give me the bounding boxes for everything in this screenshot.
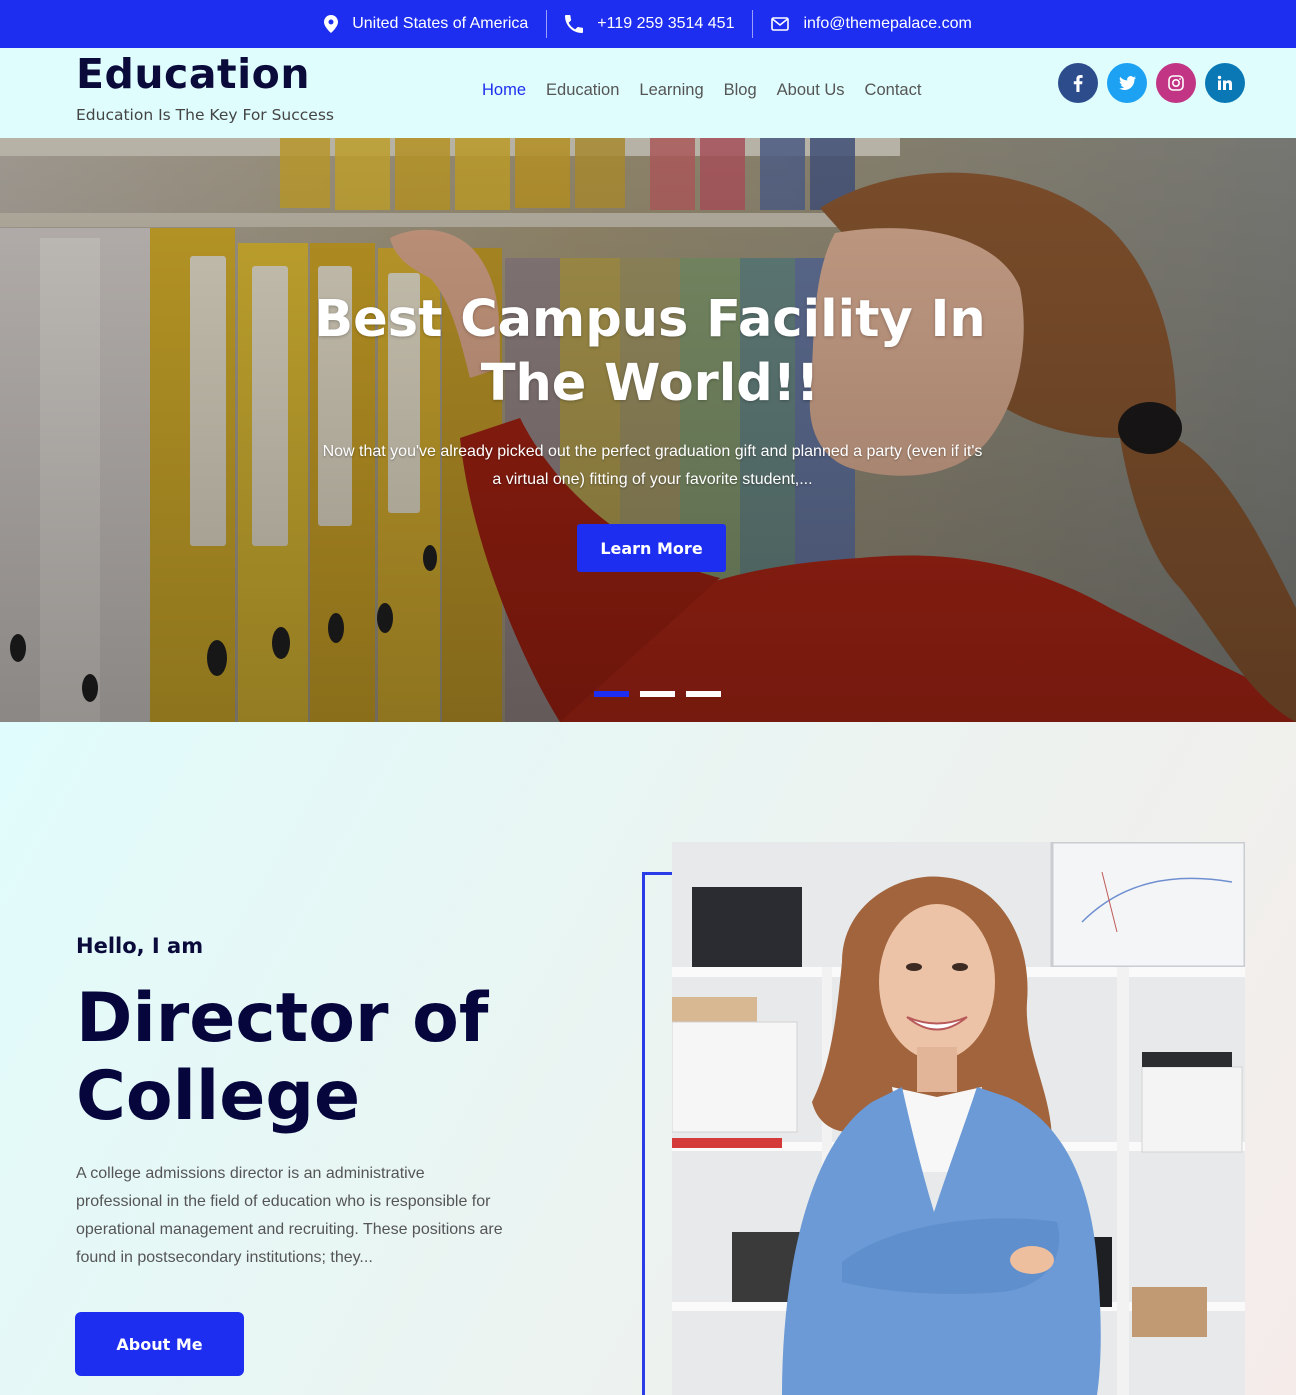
twitter-icon	[1118, 76, 1136, 90]
phone-icon	[565, 15, 584, 33]
hero-description: Now that you've already picked out the p…	[322, 443, 983, 488]
decorative-frame-line	[642, 872, 672, 1395]
hero-background-image	[0, 138, 1296, 722]
phone-item[interactable]: +119 259 3514 451	[546, 10, 752, 38]
slider-dot-1[interactable]	[594, 691, 629, 697]
slider-dot-3[interactable]	[686, 691, 721, 697]
envelope-icon	[771, 17, 790, 31]
nav-item-home[interactable]: Home	[482, 81, 526, 100]
about-title: Director of College	[76, 979, 489, 1136]
instagram-button[interactable]	[1156, 63, 1196, 103]
about-greeting: Hello, I am	[76, 934, 204, 958]
linkedin-button[interactable]	[1205, 63, 1245, 103]
nav-item-about-us[interactable]: About Us	[777, 81, 845, 100]
about-section: Hello, I am Director of College A colleg…	[0, 722, 1296, 1395]
location-item: United States of America	[306, 10, 546, 38]
learn-more-button[interactable]: Learn More	[577, 524, 726, 572]
facebook-icon	[1073, 74, 1083, 92]
instagram-icon	[1168, 75, 1184, 91]
main-nav: Home Education Learning Blog About Us Co…	[482, 81, 941, 100]
about-me-button[interactable]: About Me	[75, 1312, 244, 1376]
hero-title: Best Campus Facility In The World!!	[314, 290, 986, 413]
nav-item-contact[interactable]: Contact	[865, 81, 922, 100]
nav-item-learning[interactable]: Learning	[639, 81, 703, 100]
site-header: Education Education Is The Key For Succe…	[0, 48, 1296, 138]
linkedin-icon	[1217, 75, 1232, 90]
site-title[interactable]: Education	[76, 50, 310, 98]
nav-item-blog[interactable]: Blog	[724, 81, 757, 100]
site-tagline: Education Is The Key For Success	[76, 106, 334, 124]
phone-text: +119 259 3514 451	[597, 15, 735, 32]
facebook-button[interactable]	[1058, 63, 1098, 103]
twitter-button[interactable]	[1107, 63, 1147, 103]
location-text: United States of America	[352, 15, 529, 32]
top-bar: United States of America +119 259 3514 4…	[0, 0, 1296, 48]
slider-dots	[594, 691, 732, 697]
slider-dot-2[interactable]	[640, 691, 675, 697]
email-item[interactable]: info@themepalace.com	[752, 10, 989, 38]
nav-item-education[interactable]: Education	[546, 81, 619, 100]
director-portrait-image	[672, 842, 1245, 1395]
social-links	[1058, 63, 1254, 103]
hero-slider: Best Campus Facility In The World!! Now …	[0, 138, 1296, 722]
email-text: info@themepalace.com	[803, 15, 972, 32]
about-description: A college admissions director is an admi…	[76, 1165, 503, 1266]
map-pin-icon	[324, 15, 339, 33]
